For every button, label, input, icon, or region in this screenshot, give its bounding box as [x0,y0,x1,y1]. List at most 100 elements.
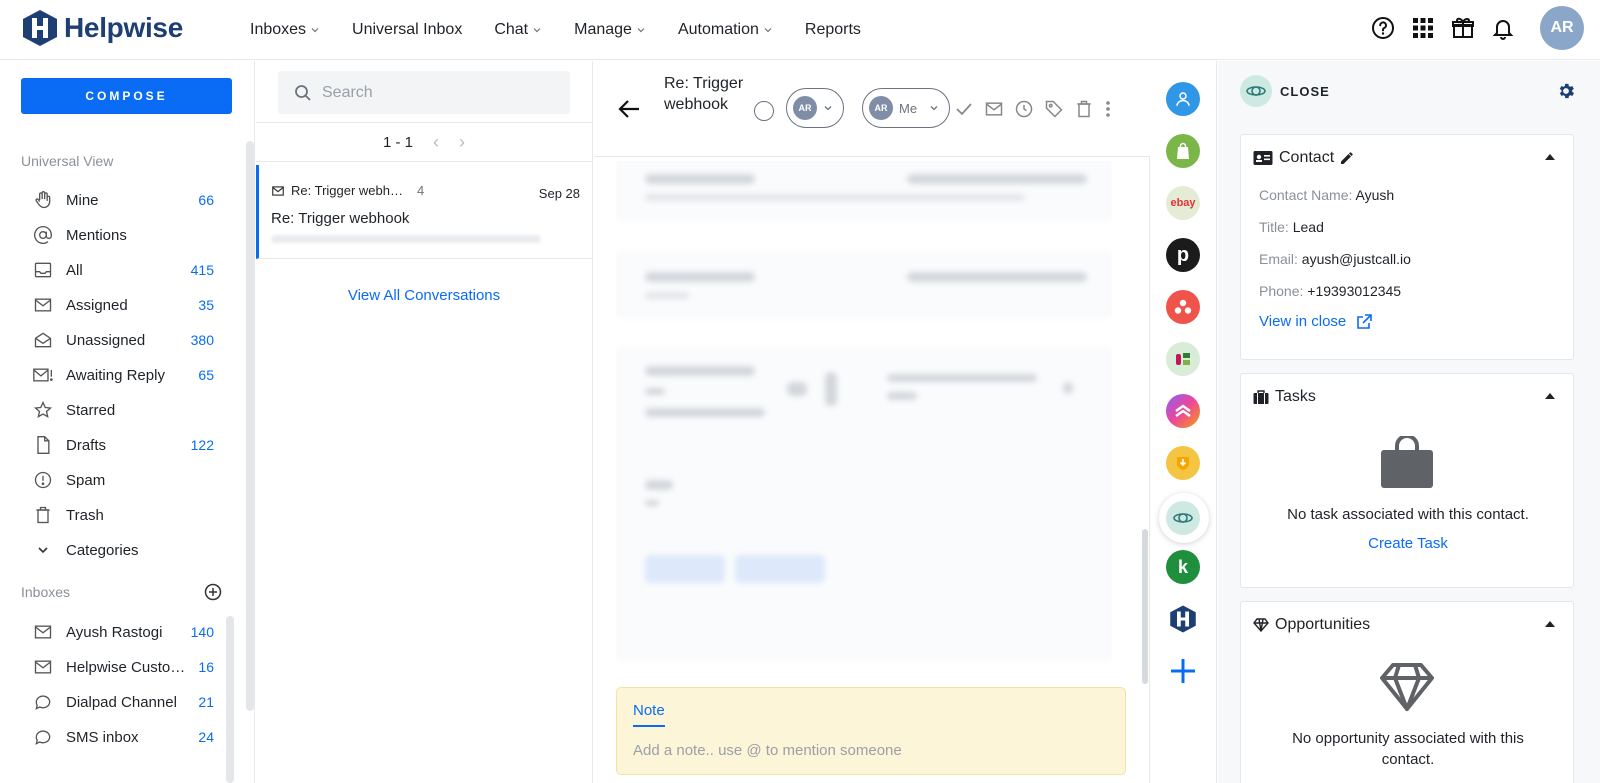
check-icon[interactable] [954,99,974,119]
nav-reports-label: Reports [804,21,861,38]
nav-manage[interactable]: Manage [574,21,646,39]
sidebar-item-awaiting-reply[interactable]: Awaiting Reply 65 [32,361,214,389]
inboxes-label: Inboxes [21,584,71,600]
chevron-right-icon[interactable]: › [459,132,465,153]
clock-icon[interactable] [1014,99,1034,119]
integrations-rail: ebay p k [1151,61,1217,783]
helpwise-logo[interactable]: Helpwise [20,8,183,48]
page-range: 1 - 1 [382,133,413,151]
helpwise-icon[interactable] [1166,602,1200,636]
sidebar-item-label: All [66,261,83,279]
back-arrow-icon[interactable] [618,99,640,119]
pencil-icon[interactable] [1340,151,1354,165]
plus-icon[interactable] [1166,654,1200,688]
sidebar-item-count: 380 [190,332,214,348]
sidebar-item-starred[interactable]: Starred [32,396,214,424]
help-icon[interactable] [1370,15,1396,41]
inbox-item-ayush-rastogi[interactable]: Ayush Rastogi 140 [32,618,214,646]
conversation-message-count: 4 [417,183,425,198]
pipedrive-icon[interactable]: p [1166,238,1200,272]
hand-icon [32,189,54,211]
at-icon [32,224,54,246]
chevron-down-icon [930,106,938,111]
external-link-icon [1357,313,1373,329]
view-in-close-link[interactable]: View in close [1259,313,1373,330]
sidebar-item-mentions[interactable]: Mentions [32,221,214,249]
inbox-item-helpwise-customer[interactable]: Helpwise Custo… 16 [32,653,214,681]
status-circle-button[interactable] [754,101,774,121]
nav-automation-label: Automation [677,21,759,38]
tasks-card-header[interactable]: Tasks [1253,388,1316,406]
gear-icon[interactable] [1556,81,1576,101]
collapse-caret-icon[interactable] [1545,393,1555,399]
tags-icon[interactable] [1166,342,1200,376]
shopify-icon[interactable] [1166,134,1200,168]
sidebar-item-spam[interactable]: Spam [32,466,214,494]
inbox-item-sms-inbox[interactable]: SMS inbox 24 [32,723,214,751]
close-crm-icon[interactable] [1166,501,1200,535]
inbox-item-dialpad-channel[interactable]: Dialpad Channel 21 [32,688,214,716]
search-input[interactable] [322,83,542,102]
close-crm-icon [1240,75,1272,107]
klaviyo-icon[interactable]: k [1166,550,1200,584]
conversation-title: Re: Trigger webhook [271,210,410,227]
envelope-alert-icon [32,364,54,386]
me-avatar: AR [869,96,893,120]
more-vertical-icon[interactable] [1104,99,1112,119]
thread-scrollbar[interactable] [1142,529,1148,684]
user-avatar[interactable]: AR [1540,6,1584,50]
nav-chat[interactable]: Chat [494,21,542,39]
compose-button[interactable]: COMPOSE [21,78,232,114]
clickup-icon[interactable] [1166,394,1200,428]
nav-universal-inbox[interactable]: Universal Inbox [352,21,462,39]
sidebar-item-all[interactable]: All 415 [32,256,214,284]
chevron-left-icon[interactable]: ‹ [433,132,439,153]
me-dropdown[interactable]: AR Me [862,88,951,128]
search-box[interactable] [278,71,570,114]
create-task-link[interactable]: Create Task [1241,535,1575,552]
gift-icon[interactable] [1450,15,1476,41]
collapse-caret-icon[interactable] [1545,621,1555,627]
trash-icon[interactable] [1074,99,1094,119]
inboxes-scrollbar[interactable] [226,616,234,783]
integration-name: CLOSE [1280,83,1330,99]
note-tab[interactable]: Note [633,702,665,727]
sidebar-item-mine[interactable]: Mine 66 [32,186,214,214]
contact-card-header[interactable]: Contact [1253,149,1354,167]
contact-icon[interactable] [1166,82,1200,116]
assignee-dropdown[interactable]: AR [786,88,844,128]
nav-reports[interactable]: Reports [805,21,861,39]
conversation-item[interactable]: Re: Trigger webh… 4 Sep 28 Re: Trigger w… [256,165,592,259]
assignee-avatar: AR [793,96,817,120]
apps-grid-icon[interactable] [1410,15,1436,41]
nav-automation[interactable]: Automation [678,21,773,39]
tag-icon[interactable] [1044,99,1064,119]
note-input[interactable] [633,742,1103,759]
nav-inboxes[interactable]: Inboxes [250,21,320,39]
envelope-icon[interactable] [984,99,1004,119]
sidebar-item-assigned[interactable]: Assigned 35 [32,291,214,319]
sidebar-item-label: Spam [66,471,106,489]
brand-name: Helpwise [64,12,183,43]
nav-chat-label: Chat [494,21,529,38]
sidebar-scrollbar[interactable] [246,141,254,711]
sidebar-item-trash[interactable]: Trash [32,501,214,529]
badge-icon[interactable] [1166,446,1200,480]
asana-icon[interactable] [1166,290,1200,324]
view-all-conversations-link[interactable]: View All Conversations [256,287,592,304]
add-inbox-icon[interactable] [204,583,222,601]
briefcase-icon [1253,390,1269,404]
sidebar-item-count: 35 [198,297,214,313]
shopping-bag-icon [1379,436,1435,490]
sidebar-item-unassigned[interactable]: Unassigned 380 [32,326,214,354]
universal-view-label: Universal View [21,153,114,169]
inbox-item-label: Dialpad Channel [66,693,177,711]
opportunities-card-header[interactable]: Opportunities [1253,616,1370,634]
bell-icon[interactable] [1490,15,1516,41]
collapse-caret-icon[interactable] [1545,154,1555,160]
id-card-icon [1253,151,1273,165]
message-area-blurred [616,161,1112,665]
sidebar-item-categories[interactable]: Categories [32,536,214,564]
sidebar-item-drafts[interactable]: Drafts 122 [32,431,214,459]
ebay-icon[interactable]: ebay [1166,186,1200,220]
